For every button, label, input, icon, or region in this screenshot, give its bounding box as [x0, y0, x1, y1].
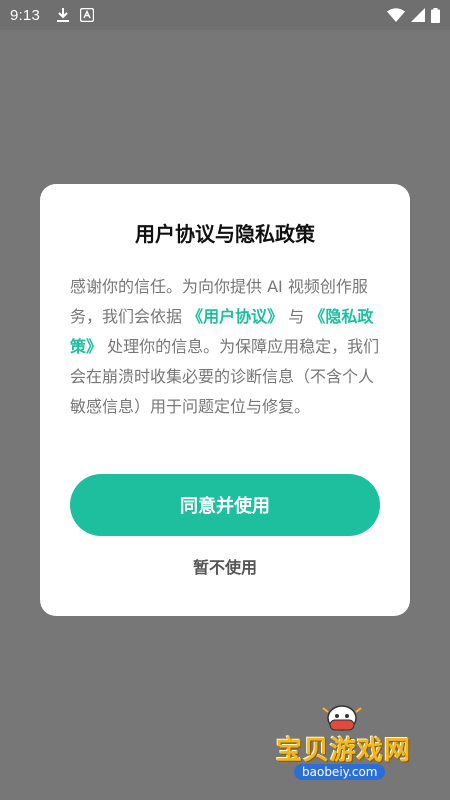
signal-icon [411, 8, 425, 22]
status-bar: 9:13 [0, 0, 450, 30]
decline-button[interactable]: 暂不使用 [70, 552, 380, 580]
body-text-rest: 处理你的信息。为保障应用稳定，我们会在崩溃时收集必要的诊断信息（不含个人敏感信息… [70, 337, 380, 416]
status-right-icons [387, 7, 440, 23]
app-notification-icon [80, 8, 94, 22]
download-icon [56, 7, 70, 23]
watermark-logo: 宝贝游戏网 baobeiy.com [272, 700, 422, 782]
privacy-dialog: 用户协议与隐私政策 感谢你的信任。为向你提供 AI 视频创作服务，我们会依据 《… [40, 184, 410, 616]
user-agreement-link[interactable]: 《用户协议》 [187, 307, 283, 326]
dialog-title: 用户协议与隐私政策 [135, 222, 315, 246]
status-time: 9:13 [10, 6, 40, 24]
watermark-title: 宝贝游戏网 [276, 736, 412, 766]
watermark-url: baobeiy.com [294, 764, 386, 780]
status-left-icons [56, 7, 94, 23]
wifi-icon [387, 8, 405, 22]
battery-icon [431, 7, 440, 23]
agree-and-use-button[interactable]: 同意并使用 [70, 474, 380, 536]
body-text-and: 与 [288, 307, 305, 326]
dialog-body: 感谢你的信任。为向你提供 AI 视频创作服务，我们会依据 《用户协议》 与 《隐… [70, 272, 382, 422]
